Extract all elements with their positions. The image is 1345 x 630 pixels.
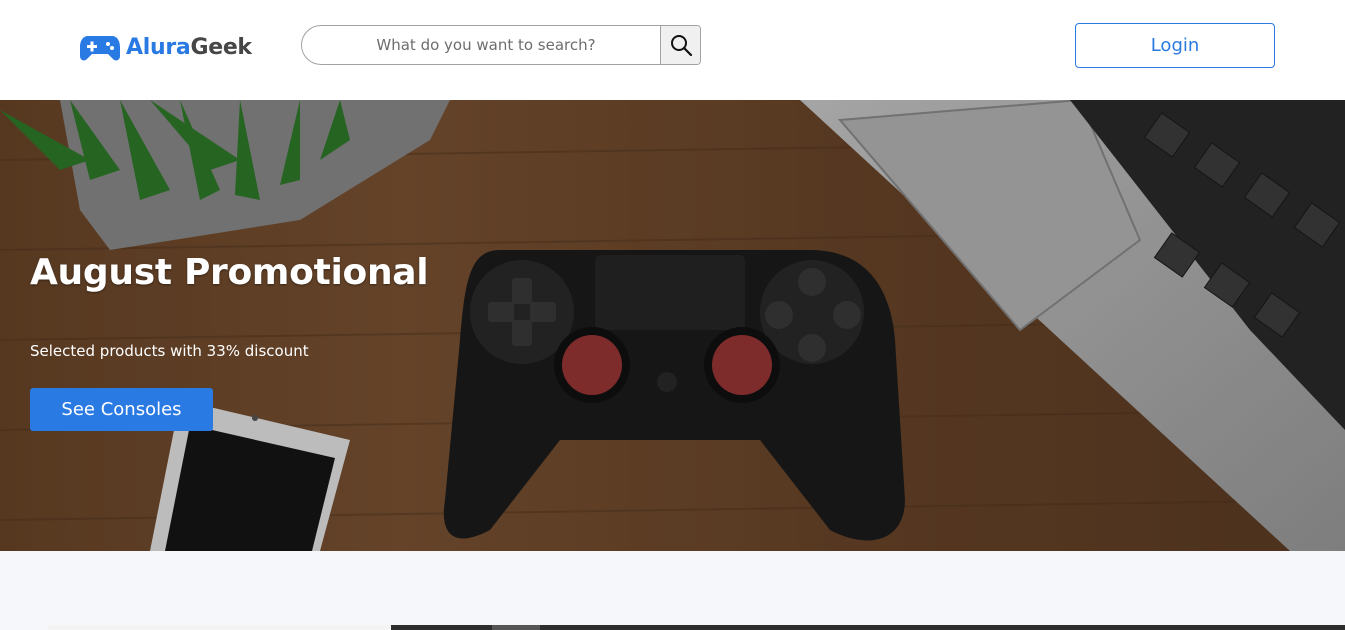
site-header: AluraGeek Login [0, 0, 1345, 100]
product-image-peek-light [48, 625, 391, 630]
search-icon [670, 35, 692, 57]
hero-banner: August Promotional Selected products wit… [0, 100, 1345, 551]
search-input[interactable] [302, 26, 660, 64]
gamepad-icon [80, 36, 120, 61]
logo-text-geek: Geek [190, 34, 252, 60]
login-button[interactable]: Login [1075, 23, 1275, 68]
banner-overlay [0, 100, 1345, 551]
search-bar [301, 25, 701, 65]
logo-text: AluraGeek [126, 35, 252, 60]
logo[interactable]: AluraGeek [80, 30, 252, 64]
search-button[interactable] [660, 26, 700, 64]
logo-text-alura: Alura [126, 34, 191, 60]
product-image-peek-gray [492, 625, 540, 630]
products-section [0, 551, 1345, 630]
banner-subtitle: Selected products with 33% discount [30, 342, 309, 360]
see-consoles-button[interactable]: See Consoles [30, 388, 213, 431]
banner-title: August Promotional [30, 252, 429, 293]
